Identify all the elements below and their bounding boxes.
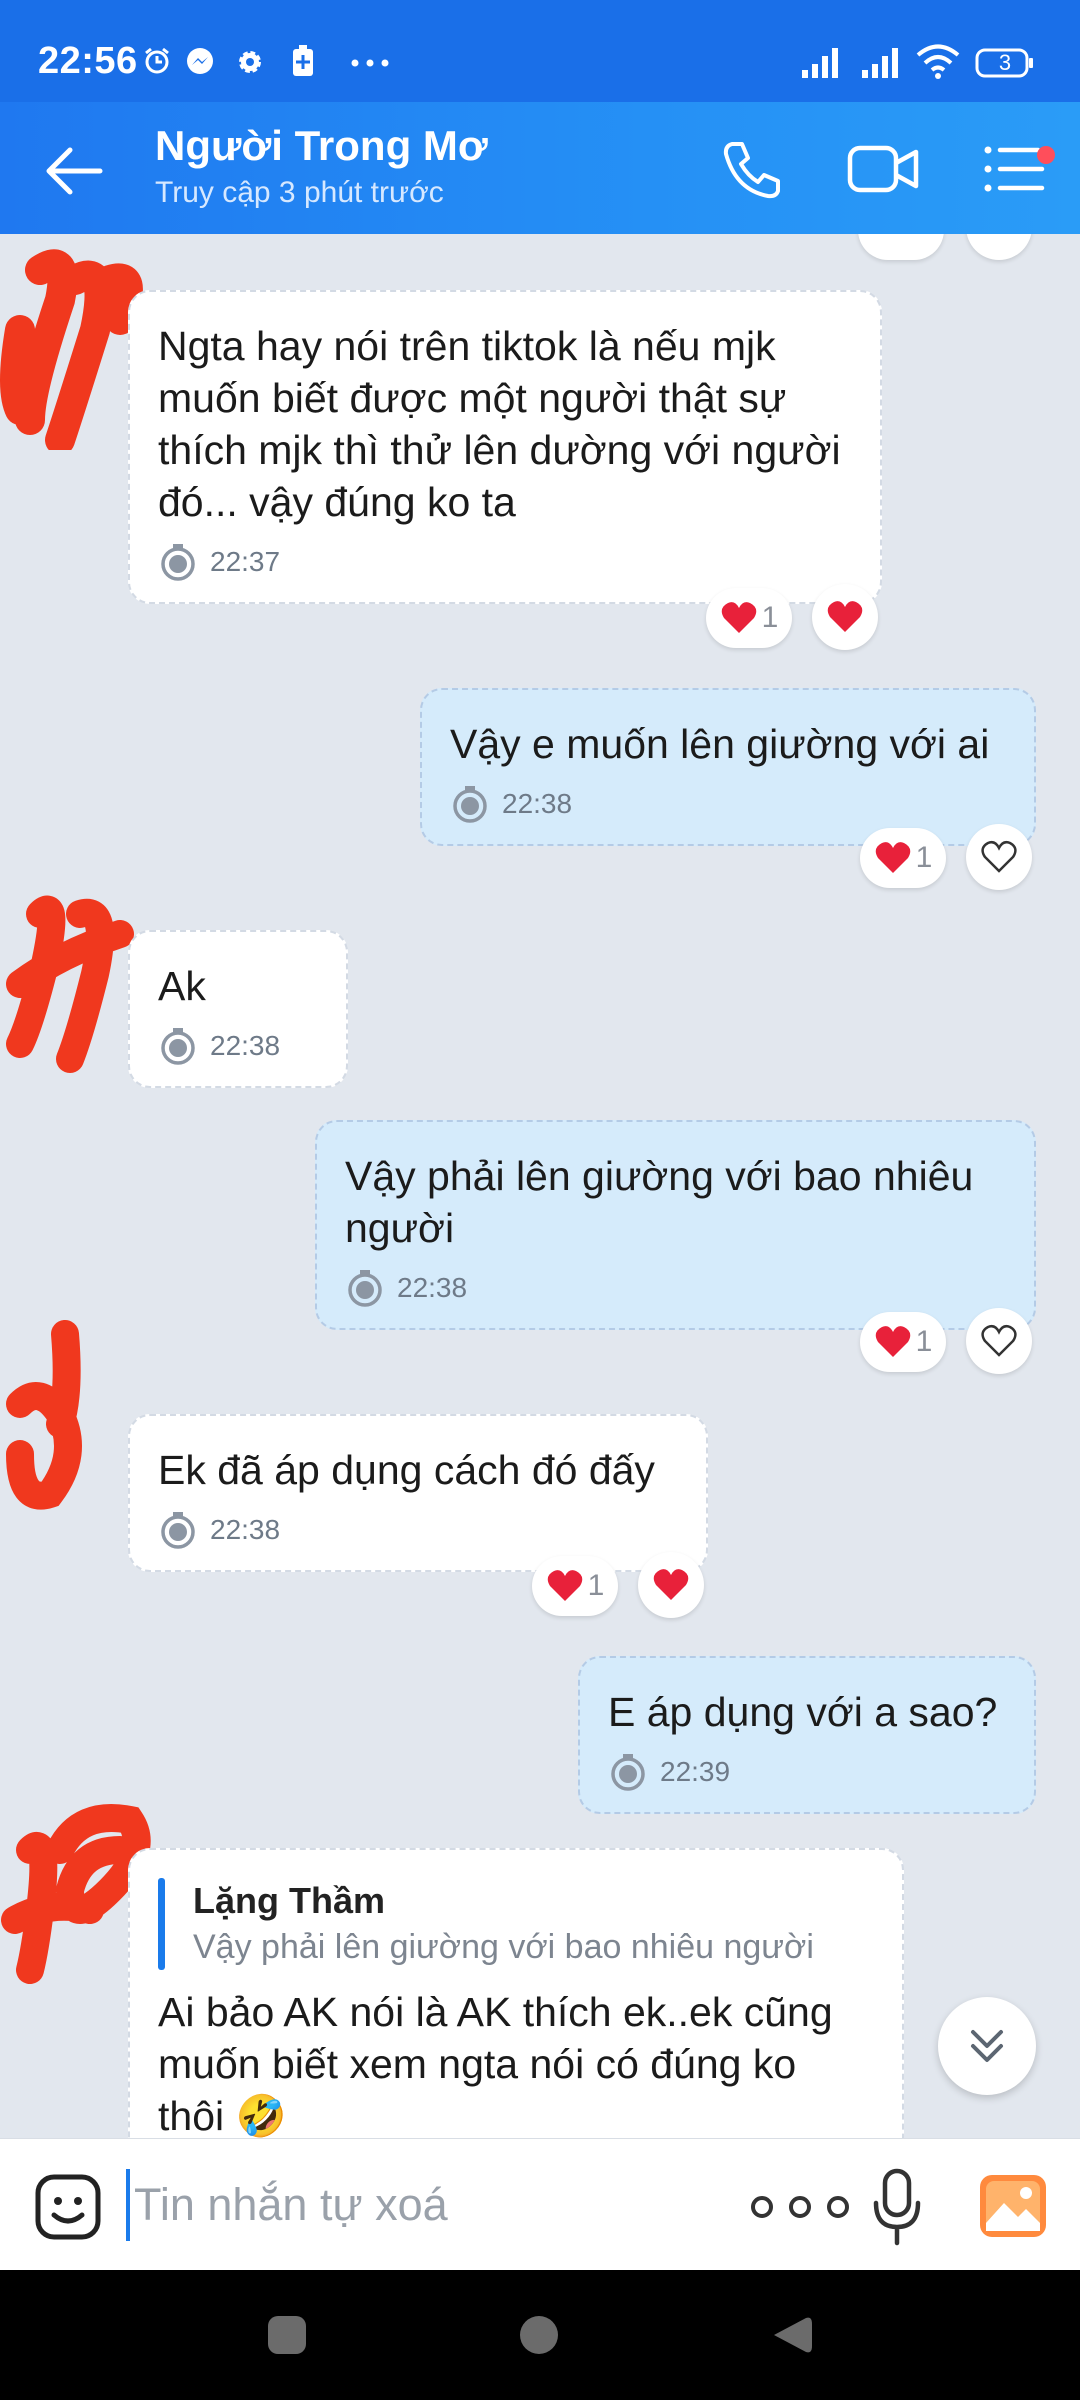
recent-apps-icon[interactable] bbox=[264, 2312, 310, 2358]
message-time: 22:37 bbox=[158, 542, 852, 582]
react-button[interactable] bbox=[812, 584, 878, 650]
reaction-chip[interactable]: 1 bbox=[860, 1312, 946, 1372]
home-icon[interactable] bbox=[516, 2312, 562, 2358]
timer-icon bbox=[161, 1512, 195, 1549]
message-text: Vậy phải lên giường với bao nhiêu người bbox=[345, 1153, 974, 1251]
reaction-count: 1 bbox=[915, 1325, 933, 1358]
message-bubble-incoming[interactable]: Ngta hay nói trên tiktok là nếu mjk muốn… bbox=[128, 290, 882, 604]
message-time: 22:39 bbox=[608, 1752, 1006, 1792]
message-input[interactable] bbox=[126, 2169, 706, 2241]
reaction-chip[interactable]: 1 bbox=[532, 1556, 618, 1616]
message-bubble-incoming[interactable]: Lặng Thầm Vậy phải lên giường với bao nh… bbox=[128, 1848, 904, 2138]
heart-outline-icon bbox=[981, 840, 1017, 873]
message-time: 22:38 bbox=[158, 1026, 318, 1066]
back-icon[interactable] bbox=[768, 2312, 814, 2358]
heart-icon bbox=[875, 842, 910, 873]
timer-icon bbox=[611, 1754, 645, 1791]
timer-icon bbox=[348, 1270, 382, 1307]
contact-status: Truy cập 3 phút trước bbox=[155, 176, 444, 209]
phone-icon[interactable] bbox=[718, 136, 784, 202]
heart-icon bbox=[721, 602, 756, 633]
message-time-text: 22:39 bbox=[660, 1756, 731, 1787]
heart-icon bbox=[875, 1326, 910, 1357]
message-time-text: 22:38 bbox=[210, 1514, 281, 1545]
heart-icon bbox=[827, 601, 863, 632]
message-text: Vậy e muốn lên giường với ai bbox=[450, 721, 990, 767]
message-time: 22:38 bbox=[345, 1268, 1006, 1308]
react-button[interactable] bbox=[966, 1308, 1032, 1374]
contact-name[interactable]: Người Trong Mơ bbox=[155, 122, 488, 170]
more-dots-icon[interactable] bbox=[740, 2189, 860, 2225]
reply-quote[interactable]: Lặng Thầm Vậy phải lên giường với bao nh… bbox=[158, 1878, 874, 1970]
battery-saver-icon bbox=[293, 45, 313, 76]
chat-header: Người Trong Mơ Truy cập 3 phút trước bbox=[0, 102, 1080, 234]
message-text: Ngta hay nói trên tiktok là nếu mjk muốn… bbox=[158, 323, 841, 525]
signal-icon bbox=[802, 48, 838, 78]
double-chevron-down-icon bbox=[971, 2030, 1003, 2062]
message-time-text: 22:38 bbox=[502, 788, 573, 819]
message-bubble-outgoing[interactable]: Vậy phải lên giường với bao nhiêu người … bbox=[315, 1120, 1036, 1330]
alarm-icon bbox=[145, 47, 169, 74]
heart-icon bbox=[547, 1570, 582, 1601]
message-text: Ek đã áp dụng cách đó đấy bbox=[158, 1447, 655, 1493]
gear-icon bbox=[239, 51, 261, 73]
message-time: 22:38 bbox=[158, 1510, 678, 1550]
notification-dot bbox=[1037, 146, 1055, 164]
message-text: E áp dụng với a sao? bbox=[608, 1689, 998, 1735]
message-list[interactable]: Ngta hay nói trên tiktok là nếu mjk muốn… bbox=[0, 234, 1080, 2138]
message-bubble-incoming[interactable]: Ak 22:38 bbox=[128, 930, 348, 1088]
gallery-icon[interactable] bbox=[978, 2173, 1048, 2239]
reaction-chip[interactable]: 1 bbox=[860, 828, 946, 888]
signal-icon bbox=[862, 48, 898, 78]
scroll-down-button[interactable] bbox=[938, 1997, 1036, 2095]
avatar[interactable] bbox=[0, 1314, 120, 1514]
timer-icon bbox=[161, 544, 195, 581]
timer-icon bbox=[453, 786, 487, 823]
system-nav-bar bbox=[0, 2270, 1080, 2400]
status-bar: 22:56 3 bbox=[0, 0, 1080, 102]
message-composer bbox=[0, 2138, 1080, 2270]
menu-list-icon[interactable] bbox=[980, 136, 1050, 202]
quote-text: Vậy phải lên giường với bao nhiêu người bbox=[193, 1928, 814, 1966]
react-button[interactable] bbox=[638, 1552, 704, 1618]
heart-icon bbox=[653, 1569, 689, 1600]
message-time-text: 22:38 bbox=[397, 1272, 468, 1303]
back-arrow-icon[interactable] bbox=[38, 136, 108, 206]
heart-outline-icon bbox=[981, 1324, 1017, 1357]
microphone-icon[interactable] bbox=[868, 2167, 926, 2247]
react-button[interactable] bbox=[966, 824, 1032, 890]
message-time: 22:38 bbox=[450, 784, 1006, 824]
quote-bar bbox=[158, 1878, 165, 1970]
wifi-icon bbox=[916, 44, 960, 79]
reaction-chip[interactable]: 1 bbox=[706, 588, 792, 648]
message-text: Ak bbox=[158, 963, 206, 1009]
reaction-count: 1 bbox=[587, 1569, 605, 1602]
message-time-text: 22:38 bbox=[210, 1030, 281, 1061]
timer-icon bbox=[161, 1028, 195, 1065]
message-text: Ai bảo AK nói là AK thích ek..ek cũng mu… bbox=[158, 1989, 833, 2138]
react-button[interactable] bbox=[966, 234, 1032, 260]
sticker-icon[interactable] bbox=[34, 2173, 102, 2241]
message-bubble-outgoing[interactable]: Vậy e muốn lên giường với ai 22:38 bbox=[420, 688, 1036, 846]
battery-level: 3 bbox=[998, 50, 1012, 75]
reaction-chip[interactable] bbox=[858, 234, 944, 260]
message-bubble-incoming[interactable]: Ek đã áp dụng cách đó đấy 22:38 bbox=[128, 1414, 708, 1572]
quote-author: Lặng Thầm bbox=[193, 1880, 386, 1921]
messenger-icon bbox=[187, 48, 213, 74]
reaction-count: 1 bbox=[915, 841, 933, 874]
reaction-count: 1 bbox=[761, 601, 779, 634]
message-bubble-outgoing[interactable]: E áp dụng với a sao? 22:39 bbox=[578, 1656, 1036, 1814]
more-dots-icon bbox=[351, 59, 389, 67]
video-camera-icon[interactable] bbox=[846, 136, 920, 202]
status-time: 22:56 bbox=[38, 40, 138, 82]
message-time-text: 22:37 bbox=[210, 546, 281, 577]
